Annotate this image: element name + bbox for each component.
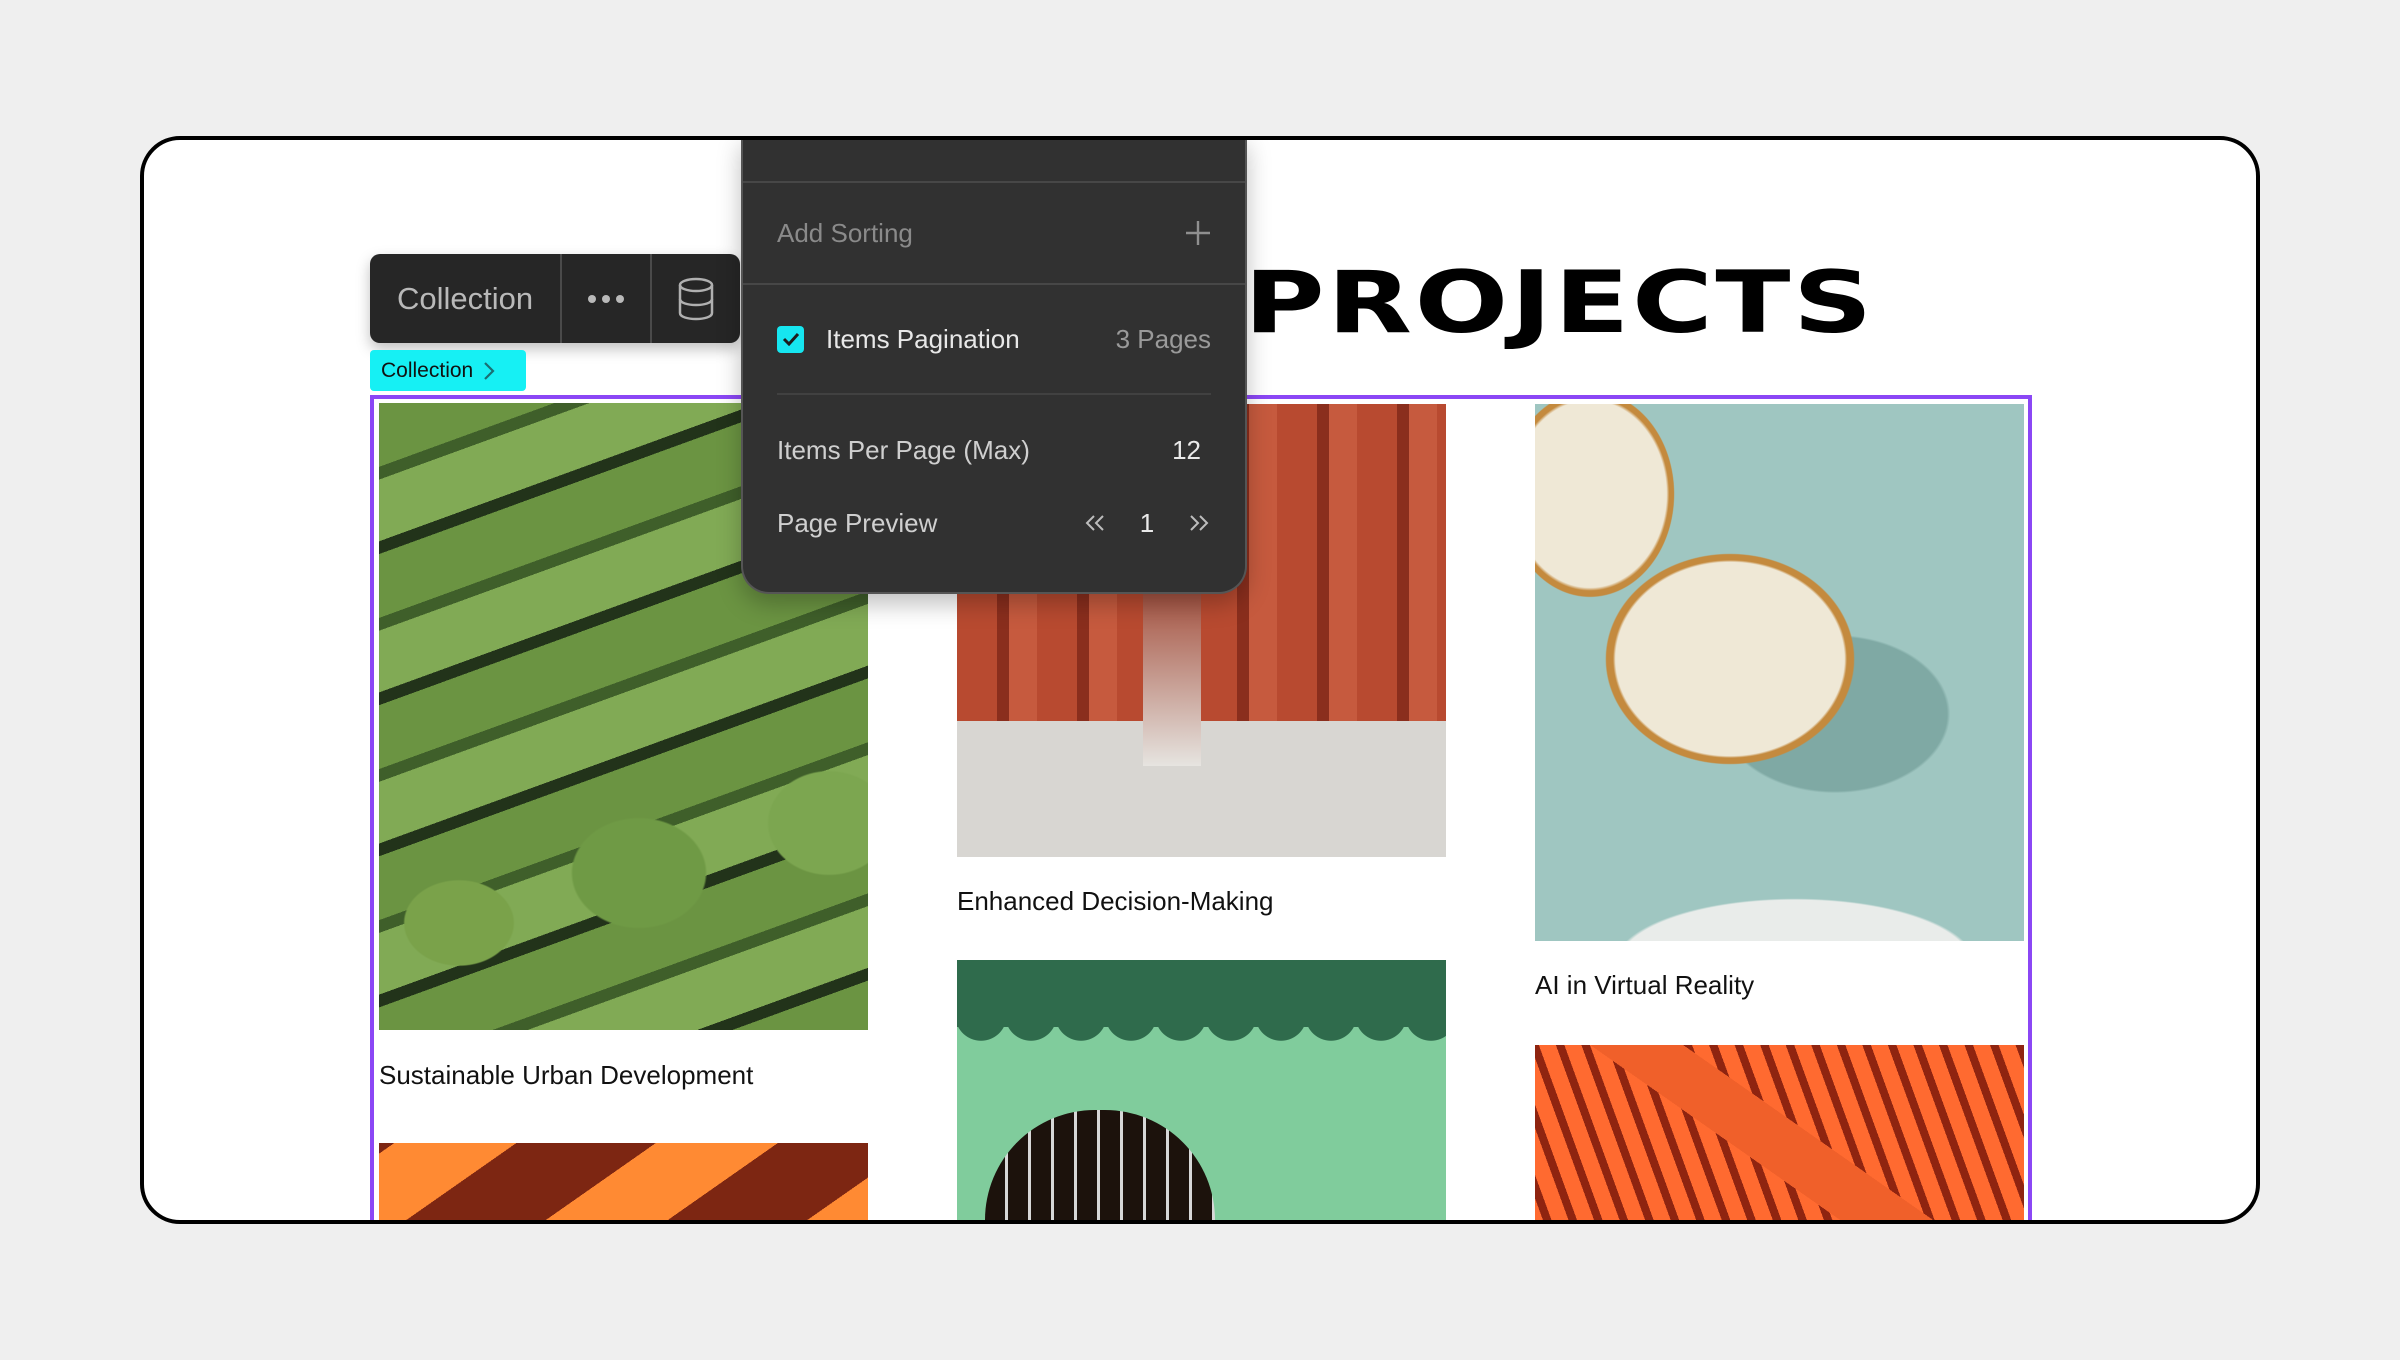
collection-toolbar: Collection [370, 254, 740, 343]
popup-header-area [743, 140, 1245, 183]
database-button[interactable] [652, 254, 740, 343]
more-options-button[interactable] [562, 254, 652, 343]
add-sorting-label: Add Sorting [777, 217, 913, 248]
current-page: 1 [1139, 507, 1155, 538]
canvas-frame: PROJECTS Sustainable Urban Development E… [140, 136, 2260, 1224]
plus-icon[interactable] [1185, 220, 1211, 246]
items-per-page-label: Items Per Page (Max) [777, 434, 1030, 465]
collection-settings-popup: Add Sorting Items Pagination 3 Pages Ite… [741, 140, 1247, 594]
items-per-page-row: Items Per Page (Max) 12 [743, 395, 1245, 503]
collection-breadcrumb-badge[interactable]: Collection [370, 350, 526, 391]
page-heading: PROJECTS [1244, 253, 1875, 353]
more-horizontal-icon [588, 294, 624, 303]
chevrons-right-icon[interactable] [1187, 513, 1211, 533]
pagination-label: Items Pagination [826, 323, 1020, 354]
page-preview-row: Page Preview 1 [743, 503, 1245, 543]
page-preview-label: Page Preview [777, 507, 938, 538]
badge-label: Collection [381, 358, 474, 382]
items-pagination-row[interactable]: Items Pagination 3 Pages [743, 285, 1245, 393]
pagination-pages-value: 3 Pages [1115, 323, 1211, 354]
chevron-right-icon [484, 361, 495, 380]
items-per-page-input[interactable]: 12 [1172, 435, 1201, 466]
add-sorting-row[interactable]: Add Sorting [743, 183, 1245, 285]
chevrons-left-icon[interactable] [1083, 513, 1107, 533]
database-icon [678, 277, 714, 320]
page-preview-pager: 1 [1083, 508, 1211, 539]
checkmark-icon [782, 332, 799, 346]
toolbar-title[interactable]: Collection [370, 254, 562, 343]
pagination-checkbox[interactable] [777, 325, 804, 353]
